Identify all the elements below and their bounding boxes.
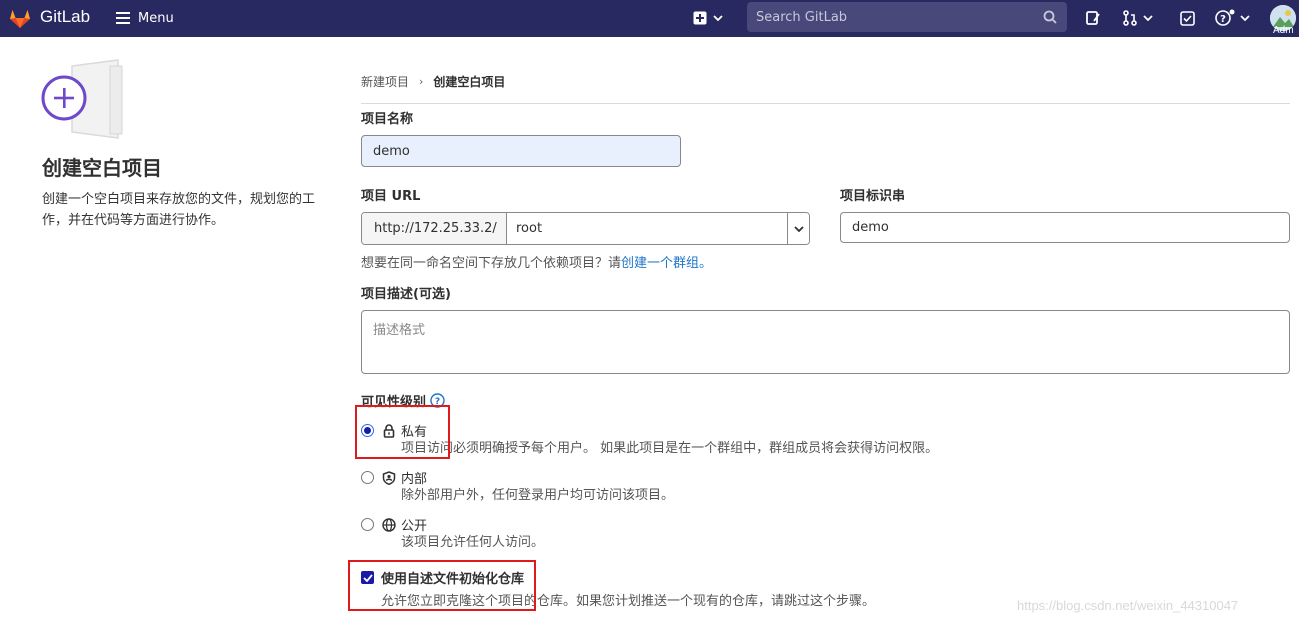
project-url-group: http://172.25.33.2/ root <box>361 212 810 245</box>
visibility-option-help: 项目访问必须明确授予每个用户。 如果此项目是在一个群组中，群组成员将会获得访问权… <box>401 441 939 456</box>
gitlab-logo-icon[interactable] <box>8 6 32 30</box>
blank-project-illustration-icon <box>41 59 123 139</box>
create-group-link[interactable]: 创建一个群组。 <box>621 256 712 271</box>
namespace-dropdown-toggle[interactable] <box>787 213 809 244</box>
todos-button[interactable] <box>1180 8 1195 28</box>
visibility-option-help: 该项目允许任何人访问。 <box>401 535 545 550</box>
visibility-option-help: 除外部用户外，任何登录用户均可访问该项目。 <box>401 488 675 503</box>
radio-internal[interactable] <box>361 471 374 484</box>
project-url-label: 项目 URL <box>361 189 421 204</box>
description-textarea[interactable] <box>361 310 1290 374</box>
project-slug-input[interactable] <box>840 212 1290 243</box>
namespace-select[interactable]: root <box>507 213 787 244</box>
issues-icon <box>1086 11 1100 25</box>
radio-public[interactable] <box>361 518 374 531</box>
new-dropdown-button[interactable] <box>693 8 729 28</box>
menu-button[interactable]: Menu <box>116 9 174 27</box>
page-title: 创建空白项目 <box>42 156 162 180</box>
breadcrumb-parent-link[interactable]: 新建项目 <box>361 73 409 90</box>
url-prefix: http://172.25.33.2/ <box>362 213 507 244</box>
breadcrumb: 新建项目 › 创建空白项目 <box>361 73 505 90</box>
menu-label: Menu <box>138 10 174 26</box>
chevron-down-icon <box>793 225 804 232</box>
search-input[interactable] <box>747 2 1032 32</box>
search-box[interactable] <box>747 2 1067 32</box>
merge-requests-button[interactable] <box>1122 8 1153 28</box>
project-name-label: 项目名称 <box>361 112 414 127</box>
watermark: https://blog.csdn.net/weixin_44310047 <box>1017 598 1239 613</box>
issues-button[interactable] <box>1085 8 1101 28</box>
annotation-highlight-box <box>348 560 536 611</box>
chevron-down-icon <box>1240 15 1250 21</box>
globe-icon <box>382 517 396 532</box>
annotation-highlight-box <box>355 405 450 459</box>
top-navbar: GitLab Menu Search GitLab ? Adm <box>0 0 1299 37</box>
shield-icon <box>382 470 396 485</box>
avatar-label: Adm <box>1273 25 1294 36</box>
chevron-right-icon: › <box>419 75 424 88</box>
todo-check-icon <box>1180 10 1195 26</box>
form-divider <box>361 103 1290 104</box>
svg-text:?: ? <box>1220 14 1226 25</box>
help-button[interactable]: ? <box>1215 8 1250 28</box>
page-description: 创建一个空白项目来存放您的文件，规划您的工作，并在代码等方面进行协作。 <box>42 192 316 228</box>
group-help-prefix: 想要在同一命名空间下存放几个依赖项目？请 <box>361 256 622 271</box>
chevron-down-icon <box>713 15 723 21</box>
plus-square-icon <box>693 11 707 25</box>
help-icon: ? <box>1215 9 1235 26</box>
hamburger-icon <box>116 12 130 24</box>
merge-request-icon <box>1123 10 1137 26</box>
chevron-down-icon <box>1143 15 1153 21</box>
project-slug-label: 项目标识串 <box>840 189 906 204</box>
group-help-text: 想要在同一命名空间下存放几个依赖项目？请创建一个群组。 <box>361 252 712 271</box>
search-icon <box>1043 10 1057 24</box>
breadcrumb-current: 创建空白项目 <box>433 75 506 89</box>
brand-name[interactable]: GitLab <box>40 7 90 27</box>
description-label: 项目描述(可选) <box>361 287 451 302</box>
project-name-input[interactable] <box>361 135 681 167</box>
